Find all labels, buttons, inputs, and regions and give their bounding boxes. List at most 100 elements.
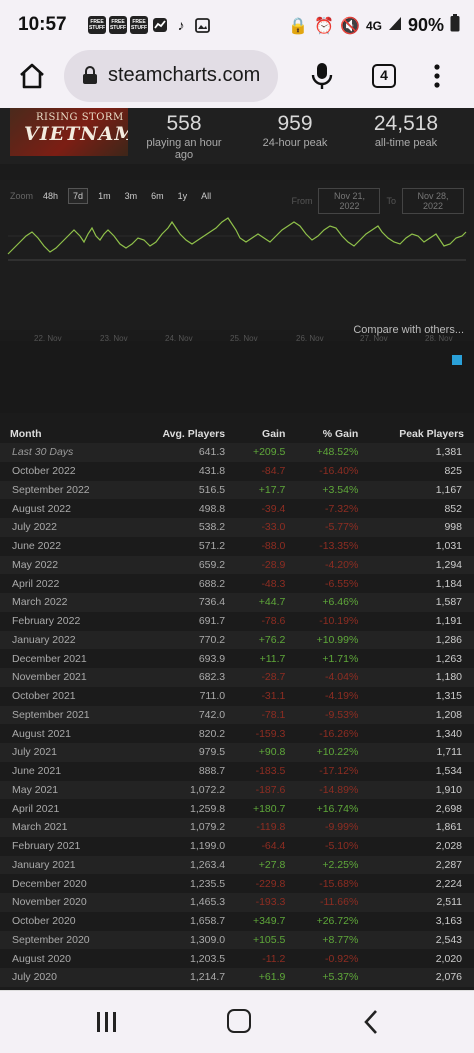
cell-month: September 2020 xyxy=(0,930,130,950)
cell-peak-players: 3,163 xyxy=(364,911,474,931)
tab-switcher-button[interactable]: 4 xyxy=(372,64,396,88)
stat-value: 24,518 xyxy=(373,112,439,135)
cell-pct-gain: -16.40% xyxy=(291,461,365,481)
home-nav-icon[interactable] xyxy=(227,1009,251,1033)
cell-avg-players: 711.0 xyxy=(129,686,232,706)
cell-month: April 2021 xyxy=(0,799,130,818)
cell-gain: -39.4 xyxy=(231,499,292,518)
cell-pct-gain: -11.66% xyxy=(291,893,365,912)
cell-gain: +61.9 xyxy=(231,968,292,987)
cell-month: April 2022 xyxy=(0,574,130,593)
gallery-icon xyxy=(193,16,211,34)
back-icon[interactable] xyxy=(362,1009,380,1035)
cell-peak-players: 998 xyxy=(364,518,474,537)
cell-avg-players: 431.8 xyxy=(129,461,232,481)
cell-gain: +105.5 xyxy=(231,930,292,950)
table-row: March 2021 1,079.2 -119.8 -9.99% 1,861 xyxy=(0,818,474,837)
signal-icon xyxy=(388,15,402,36)
cell-avg-players: 820.2 xyxy=(129,724,232,743)
cell-peak-players: 2,020 xyxy=(364,949,474,968)
zoom-6m[interactable]: 6m xyxy=(147,189,168,203)
table-row: August 2020 1,203.5 -11.2 -0.92% 2,020 xyxy=(0,949,474,968)
compare-link[interactable]: Compare with others... xyxy=(353,324,464,336)
ad-banner[interactable] xyxy=(0,341,474,413)
lock-icon xyxy=(83,66,97,84)
ad-choices-icon[interactable] xyxy=(452,355,462,365)
page-content: RISING STORM VIETNAM 558 playing an hour… xyxy=(0,108,474,990)
cell-peak-players: 1,263 xyxy=(364,649,474,668)
cell-peak-players: 1,534 xyxy=(364,761,474,781)
cell-pct-gain: -0.92% xyxy=(291,949,365,968)
stat-label: 24-hour peak xyxy=(262,137,328,149)
address-bar[interactable]: steamcharts.com xyxy=(64,50,278,102)
table-row: July 2022 538.2 -33.0 -5.77% 998 xyxy=(0,518,474,537)
cell-peak-players: 1,711 xyxy=(364,743,474,762)
cell-peak-players: 2,287 xyxy=(364,855,474,875)
cell-avg-players: 659.2 xyxy=(129,555,232,575)
overflow-menu-icon[interactable] xyxy=(430,64,444,88)
cell-peak-players: 1,315 xyxy=(364,686,474,706)
cell-month: December 2021 xyxy=(0,649,130,668)
table-row: Last 30 Days 641.3 +209.5 +48.52% 1,381 xyxy=(0,443,474,462)
free-stuff-icon: FREE STUFF xyxy=(88,16,106,34)
cell-pct-gain: -14.89% xyxy=(291,780,365,800)
table-row: April 2022 688.2 -48.3 -6.55% 1,184 xyxy=(0,574,474,593)
table-row: October 2020 1,658.7 +349.7 +26.72% 3,163 xyxy=(0,911,474,931)
zoom-7d[interactable]: 7d xyxy=(68,188,89,204)
mic-icon[interactable] xyxy=(310,62,334,90)
table-row: October 2022 431.8 -84.7 -16.40% 825 xyxy=(0,461,474,481)
game-thumbnail[interactable]: RISING STORM VIETNAM xyxy=(10,108,128,156)
cell-peak-players: 852 xyxy=(364,499,474,518)
zoom-48h[interactable]: 48h xyxy=(39,189,62,203)
table-row: September 2021 742.0 -78.1 -9.53% 1,208 xyxy=(0,705,474,725)
table-row: July 2020 1,214.7 +61.9 +5.37% 2,076 xyxy=(0,968,474,987)
cell-month: October 2021 xyxy=(0,686,130,706)
cell-peak-players: 2,076 xyxy=(364,968,474,987)
table-row: January 2022 770.2 +76.2 +10.99% 1,286 xyxy=(0,630,474,650)
cell-month: March 2022 xyxy=(0,593,130,612)
table-row: December 2021 693.9 +11.7 +1.71% 1,263 xyxy=(0,649,474,668)
zoom-1y[interactable]: 1y xyxy=(174,189,192,203)
cell-pct-gain: +6.46% xyxy=(291,593,365,612)
zoom-3m[interactable]: 3m xyxy=(121,189,142,203)
system-nav-bar xyxy=(0,990,474,1053)
cell-gain: +90.8 xyxy=(231,743,292,762)
zoom-1m[interactable]: 1m xyxy=(94,189,115,203)
cell-gain: -31.1 xyxy=(231,686,292,706)
table-row: August 2021 820.2 -159.3 -16.26% 1,340 xyxy=(0,724,474,743)
cell-pct-gain: -6.55% xyxy=(291,574,365,593)
recent-apps-icon[interactable] xyxy=(95,1011,119,1033)
table-row: October 2021 711.0 -31.1 -4.19% 1,315 xyxy=(0,686,474,706)
table-row: December 2020 1,235.5 -229.8 -15.68% 2,224 xyxy=(0,874,474,893)
cell-gain: -64.4 xyxy=(231,836,292,856)
cell-month: March 2021 xyxy=(0,818,130,837)
home-icon[interactable] xyxy=(17,61,47,91)
free-stuff-icon: FREE STUFF xyxy=(130,16,148,34)
cell-gain: +209.5 xyxy=(231,443,292,462)
table-row: June 2022 571.2 -88.0 -13.35% 1,031 xyxy=(0,536,474,556)
battery-percent: 90% xyxy=(407,15,444,35)
zoom-label: Zoom xyxy=(10,191,34,201)
cell-avg-players: 693.9 xyxy=(129,649,232,668)
cell-month: July 2021 xyxy=(0,743,130,762)
stat-24h-peak: 959 24-hour peak xyxy=(258,112,332,149)
cell-month: October 2022 xyxy=(0,461,130,481)
cell-avg-players: 688.2 xyxy=(129,574,232,593)
cell-month: November 2020 xyxy=(0,893,130,912)
notification-icons: FREE STUFF FREE STUFF FREE STUFF ♪ xyxy=(88,16,211,34)
url-text: steamcharts.com xyxy=(108,64,261,86)
cell-month: November 2021 xyxy=(0,668,130,687)
table-header-row: Month Avg. Players Gain % Gain Peak Play… xyxy=(0,424,474,443)
col-avg-players: Avg. Players xyxy=(162,427,226,440)
cell-peak-players: 1,861 xyxy=(364,818,474,837)
cell-pct-gain: -15.68% xyxy=(291,874,365,893)
cell-avg-players: 1,214.7 xyxy=(129,968,232,987)
cell-month: May 2021 xyxy=(0,780,130,800)
zoom-all[interactable]: All xyxy=(197,189,215,203)
cell-month: May 2022 xyxy=(0,555,130,575)
zoom-controls: Zoom 48h 7d 1m 3m 6m 1y All xyxy=(10,188,215,204)
player-line-chart[interactable] xyxy=(0,208,474,328)
cell-month: January 2021 xyxy=(0,855,130,875)
cell-avg-players: 538.2 xyxy=(129,518,232,537)
cell-month: August 2022 xyxy=(0,499,130,518)
